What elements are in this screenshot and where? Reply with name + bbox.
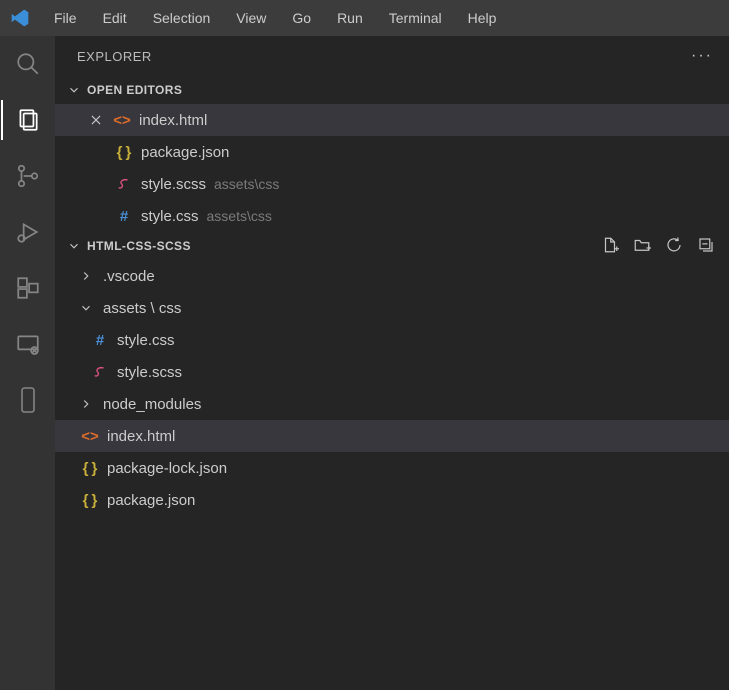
json-file-icon: { } — [115, 144, 133, 161]
chevron-down-icon — [77, 301, 95, 315]
file-name: package.json — [141, 144, 229, 161]
chevron-right-icon — [77, 397, 95, 411]
css-file-icon: # — [115, 208, 133, 225]
html-file-icon: <> — [113, 112, 131, 129]
open-editor-item[interactable]: { } package.json — [55, 136, 729, 168]
file-name: style.css — [117, 332, 175, 349]
file-path: assets\css — [207, 208, 272, 224]
menu-terminal[interactable]: Terminal — [379, 6, 452, 30]
folder-name: assets \ css — [103, 300, 181, 317]
close-icon[interactable] — [87, 113, 105, 127]
folder-item[interactable]: assets \ css — [55, 292, 729, 324]
file-name: style.scss — [117, 364, 182, 381]
file-item[interactable]: <> index.html — [55, 420, 729, 452]
vscode-app-icon — [10, 8, 30, 28]
open-editor-item[interactable]: <> index.html — [55, 104, 729, 136]
folder-name: .vscode — [103, 268, 155, 285]
explorer-title: EXPLORER — [77, 49, 152, 64]
file-name: package-lock.json — [107, 460, 227, 477]
open-editor-item[interactable]: # style.css assets\css — [55, 200, 729, 232]
file-name: package.json — [107, 492, 195, 509]
json-file-icon: { } — [81, 460, 99, 477]
chevron-down-icon — [65, 83, 83, 97]
json-file-icon: { } — [81, 492, 99, 509]
folder-item[interactable]: .vscode — [55, 260, 729, 292]
scss-file-icon — [115, 177, 133, 191]
file-item[interactable]: # style.css — [55, 324, 729, 356]
explorer-more-icon[interactable]: ··· — [691, 47, 713, 65]
menu-run[interactable]: Run — [327, 6, 373, 30]
activity-extensions-icon[interactable] — [14, 274, 42, 302]
open-editor-item[interactable]: style.scss assets\css — [55, 168, 729, 200]
explorer-header: EXPLORER ··· — [55, 36, 729, 76]
file-name: style.css — [141, 208, 199, 225]
workspace-header[interactable]: HTML-CSS-SCSS — [55, 232, 729, 260]
menu-selection[interactable]: Selection — [143, 6, 221, 30]
menu-go[interactable]: Go — [282, 6, 321, 30]
file-item[interactable]: style.scss — [55, 356, 729, 388]
collapse-all-icon[interactable] — [697, 236, 715, 257]
explorer-sidebar: EXPLORER ··· OPEN EDITORS <> index.html … — [55, 36, 729, 690]
menu-view[interactable]: View — [226, 6, 276, 30]
activity-remote-icon[interactable] — [14, 330, 42, 358]
menu-edit[interactable]: Edit — [93, 6, 137, 30]
new-folder-icon[interactable] — [633, 236, 651, 257]
file-name: index.html — [139, 112, 207, 129]
folder-item[interactable]: node_modules — [55, 388, 729, 420]
open-editors-header[interactable]: OPEN EDITORS — [55, 76, 729, 104]
new-file-icon[interactable] — [601, 236, 619, 257]
activity-search-icon[interactable] — [14, 50, 42, 78]
file-path: assets\css — [214, 176, 279, 192]
activity-explorer-icon[interactable] — [14, 106, 42, 134]
activity-source-control-icon[interactable] — [14, 162, 42, 190]
file-item[interactable]: { } package-lock.json — [55, 452, 729, 484]
folder-name: node_modules — [103, 396, 201, 413]
file-item[interactable]: { } package.json — [55, 484, 729, 516]
open-editors-title: OPEN EDITORS — [87, 83, 182, 97]
chevron-down-icon — [65, 239, 83, 253]
menu-bar: File Edit Selection View Go Run Terminal… — [0, 0, 729, 36]
css-file-icon: # — [91, 332, 109, 349]
activity-device-icon[interactable] — [14, 386, 42, 414]
chevron-right-icon — [77, 269, 95, 283]
file-name: style.scss — [141, 176, 206, 193]
menu-help[interactable]: Help — [458, 6, 507, 30]
menu-file[interactable]: File — [44, 6, 87, 30]
activity-bar — [0, 36, 55, 690]
scss-file-icon — [91, 365, 109, 379]
workspace-title: HTML-CSS-SCSS — [87, 239, 191, 253]
html-file-icon: <> — [81, 428, 99, 445]
refresh-icon[interactable] — [665, 236, 683, 257]
activity-run-debug-icon[interactable] — [14, 218, 42, 246]
file-name: index.html — [107, 428, 175, 445]
